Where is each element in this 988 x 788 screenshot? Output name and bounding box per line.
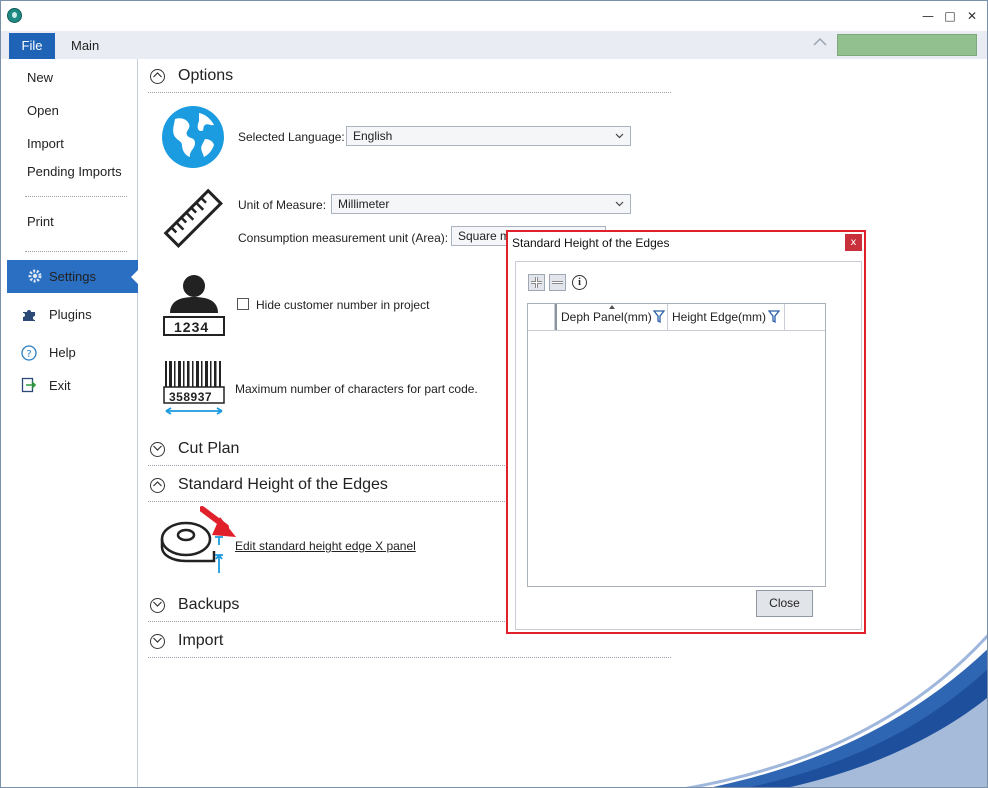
expand-chevron-icon [150,634,165,649]
barcode-icon [163,361,225,415]
column-header-height-edge[interactable]: Height Edge(mm) [668,304,785,330]
column-header-label: Height Edge(mm) [672,310,767,324]
chevron-down-icon [615,127,624,152]
sidebar-item-pending-imports[interactable]: Pending Imports [27,164,122,179]
remove-row-button[interactable] [549,274,566,291]
sidebar-item-label: Settings [49,269,96,284]
section-title: Options [178,67,234,84]
globe-icon [162,106,224,168]
expand-chevron-icon [150,598,165,613]
close-button[interactable]: Close [756,590,813,617]
sidebar-item-label: Plugins [49,307,92,322]
unit-select-value: Millimeter [338,197,390,211]
grid-header: Deph Panel(mm) Height Edge(mm) [528,304,825,331]
sidebar-item-label: Help [49,345,76,360]
collapse-chevron-icon [150,478,165,493]
annotation-arrow-icon [200,506,236,537]
sidebar-divider [25,251,127,252]
hide-customer-checkbox[interactable] [237,298,249,310]
filter-icon[interactable] [653,310,665,324]
section-divider [148,92,671,93]
consumption-select-value: Square m [458,229,511,243]
tab-file[interactable]: File [9,33,55,59]
ruler-icon [163,188,223,248]
unit-select[interactable]: Millimeter [331,194,631,214]
dialog-close-icon[interactable]: x [845,234,862,251]
grid-row-header [528,304,555,330]
tab-main[interactable]: Main [71,33,99,59]
hide-customer-label: Hide customer number in project [256,298,430,312]
collapse-chevron-icon [150,69,165,84]
sidebar-divider [25,196,127,197]
add-row-button[interactable] [528,274,545,291]
section-title: Import [178,632,224,649]
edges-data-grid[interactable]: Deph Panel(mm) Height Edge(mm) [527,303,826,587]
sidebar-item-print[interactable]: Print [27,214,54,229]
maximize-button[interactable]: □ [943,9,957,23]
minimize-button[interactable]: — [921,9,935,23]
edit-standard-height-link[interactable]: Edit standard height edge X panel [235,539,416,553]
sidebar-item-new[interactable]: New [27,70,53,85]
ribbon-collapse-chevron-icon[interactable] [813,36,827,50]
column-header-deph-panel[interactable]: Deph Panel(mm) [555,304,668,330]
gear-icon [27,268,43,284]
language-label: Selected Language: [238,130,345,144]
decorative-swoosh [685,634,987,787]
section-title: Backups [178,596,240,613]
dialog-body: i Deph Panel(mm) Height Edge(mm) Close [515,261,862,630]
expand-chevron-icon [150,442,165,457]
dialog-title: Standard Height of the Edges [512,236,670,250]
section-divider [148,657,671,658]
language-select-value: English [353,129,393,143]
sidebar-item-import[interactable]: Import [27,136,64,151]
puzzle-icon [21,307,37,323]
sidebar-item-settings[interactable]: Settings [7,260,139,293]
sidebar-item-label: Exit [49,378,71,393]
ribbon-tab-bar: File Main [1,31,987,60]
customer-number-icon-text: 1234 [174,319,210,335]
section-title: Cut Plan [178,440,240,457]
info-icon[interactable]: i [572,275,587,290]
svg-text:?: ? [26,349,31,360]
help-icon: ? [21,345,37,361]
filter-icon[interactable] [768,310,780,324]
title-bar: — □ ✕ [1,1,987,31]
backstage-sidebar: New Open Import Pending Imports Print Se… [1,59,139,787]
max-chars-label: Maximum number of characters for part co… [235,382,478,396]
chevron-down-icon [615,195,624,220]
app-logo-icon [7,8,22,23]
close-window-button[interactable]: ✕ [965,9,979,23]
standard-height-dialog: Standard Height of the Edges x i Deph Pa… [506,230,866,634]
exit-icon [21,377,37,393]
barcode-number: 358937 [169,390,213,404]
sort-ascending-icon [609,305,615,309]
sidebar-item-open[interactable]: Open [27,103,59,118]
main-window: — □ ✕ File Main New Open Import Pending … [0,0,988,788]
consumption-label: Consumption measurement unit (Area): [238,231,449,245]
section-title: Standard Height of the Edges [178,476,388,493]
status-indicator [837,34,977,56]
column-header-label: Deph Panel(mm) [561,310,652,324]
language-select[interactable]: English [346,126,631,146]
unit-label: Unit of Measure: [238,198,327,212]
